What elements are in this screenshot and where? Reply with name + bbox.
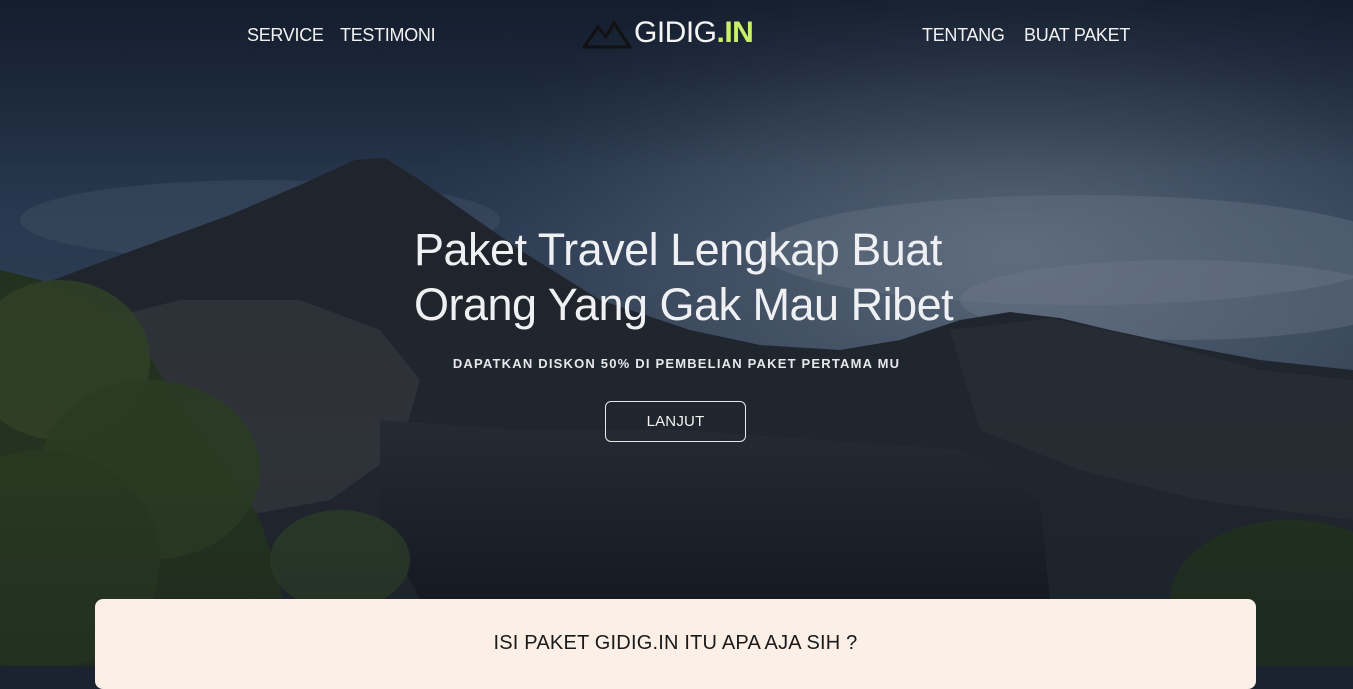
logo[interactable]: GIDIG.IN xyxy=(582,16,754,50)
hero-background-image xyxy=(0,0,1353,666)
nav-service-link[interactable]: SERVICE xyxy=(247,24,324,46)
logo-text: GIDIG.IN xyxy=(634,16,754,50)
nav-buat-paket-link[interactable]: BUAT PAKET xyxy=(1024,24,1130,46)
hero-title-line-1: Paket Travel Lengkap Buat xyxy=(414,224,942,275)
hero-title: Paket Travel Lengkap Buat Orang Yang Gak… xyxy=(414,222,974,332)
logo-text-main: GIDIG xyxy=(634,16,717,49)
info-card-title: ISI PAKET GIDIG.IN ITU APA AJA SIH ? xyxy=(493,632,858,654)
lanjut-button[interactable]: LANJUT xyxy=(605,401,746,442)
hero-subtitle: DAPATKAN DISKON 50% DI PEMBELIAN PAKET P… xyxy=(452,356,901,371)
logo-text-accent: .IN xyxy=(716,16,754,49)
nav-tentang-link[interactable]: TENTANG xyxy=(922,24,1005,46)
hero-section xyxy=(0,0,1353,666)
info-card: ISI PAKET GIDIG.IN ITU APA AJA SIH ? xyxy=(95,599,1256,689)
hero-title-line-2: Orang Yang Gak Mau Ribet xyxy=(414,279,954,330)
mountain-icon xyxy=(582,21,632,49)
nav-testimoni-link[interactable]: TESTIMONI xyxy=(340,24,436,46)
